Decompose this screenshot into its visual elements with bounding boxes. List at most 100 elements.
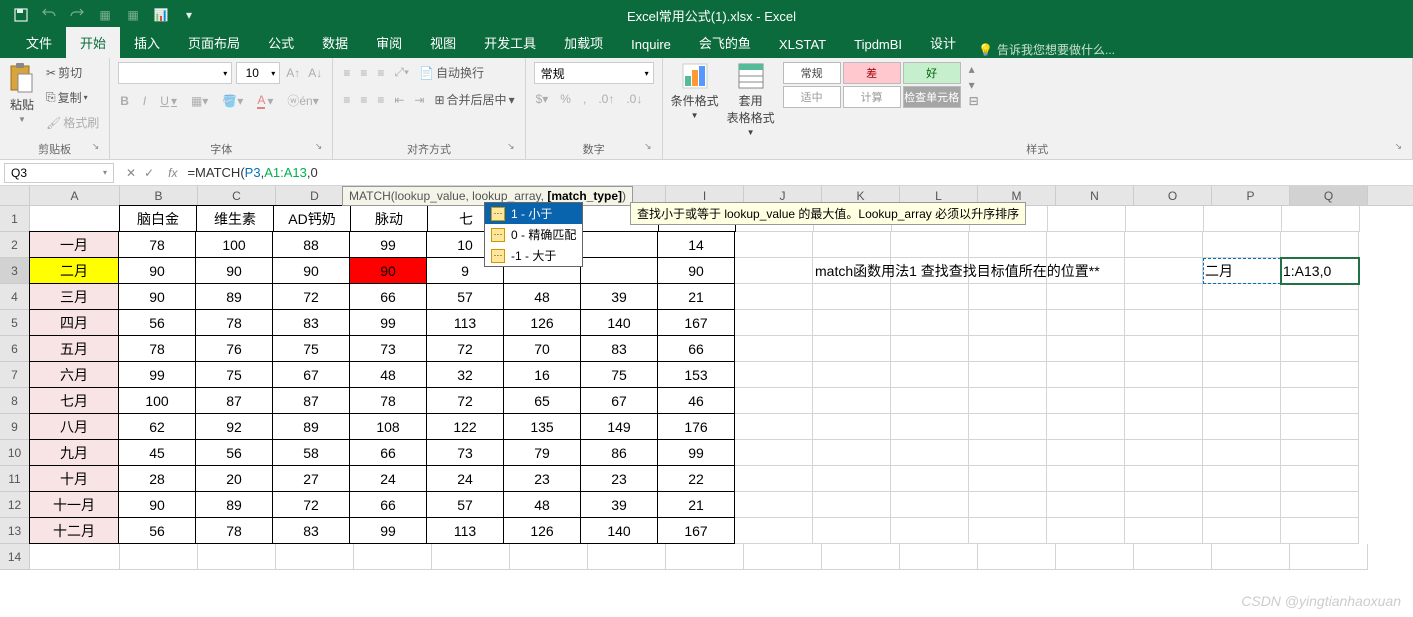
cut-button[interactable]: ✂剪切 xyxy=(44,62,101,83)
cell-Q12[interactable] xyxy=(1281,492,1359,518)
column-header-O[interactable]: O xyxy=(1134,186,1212,205)
cell-P2[interactable] xyxy=(1203,232,1281,258)
cell-C11[interactable]: 20 xyxy=(195,465,273,492)
style-good[interactable]: 好 xyxy=(903,62,961,84)
cell-H9[interactable]: 149 xyxy=(580,413,658,440)
column-header-B[interactable]: B xyxy=(120,186,198,205)
cell-J7[interactable] xyxy=(735,362,813,388)
cell-H11[interactable]: 23 xyxy=(580,465,658,492)
cell-J14[interactable] xyxy=(744,544,822,570)
cell-Q8[interactable] xyxy=(1281,388,1359,414)
cell-L11[interactable] xyxy=(891,466,969,492)
cell-K10[interactable] xyxy=(813,440,891,466)
cell-C9[interactable]: 92 xyxy=(195,413,273,440)
cell-I7[interactable]: 153 xyxy=(657,361,735,388)
cell-K7[interactable] xyxy=(813,362,891,388)
cell-M14[interactable] xyxy=(978,544,1056,570)
cell-E3[interactable]: 90 xyxy=(349,257,427,284)
cell-E14[interactable] xyxy=(354,544,432,570)
cell-Q10[interactable] xyxy=(1281,440,1359,466)
cell-J6[interactable] xyxy=(735,336,813,362)
style-bad[interactable]: 差 xyxy=(843,62,901,84)
cell-K3[interactable]: match函数用法1 查找查找目标值所在的位置** xyxy=(813,258,891,284)
cell-K8[interactable] xyxy=(813,388,891,414)
cell-M8[interactable] xyxy=(969,388,1047,414)
cell-A4[interactable]: 三月 xyxy=(29,283,119,310)
cell-F13[interactable]: 113 xyxy=(426,517,504,544)
cell-I10[interactable]: 99 xyxy=(657,439,735,466)
cell-H14[interactable] xyxy=(588,544,666,570)
cell-D5[interactable]: 83 xyxy=(272,309,350,336)
cell-G5[interactable]: 126 xyxy=(503,309,581,336)
cell-D2[interactable]: 88 xyxy=(272,231,350,258)
cell-A9[interactable]: 八月 xyxy=(29,413,119,440)
cell-O6[interactable] xyxy=(1125,336,1203,362)
tab-tipdm[interactable]: TipdmBI xyxy=(840,31,916,58)
cell-D10[interactable]: 58 xyxy=(272,439,350,466)
style-normal[interactable]: 常规 xyxy=(783,62,841,84)
cell-N4[interactable] xyxy=(1047,284,1125,310)
cell-C5[interactable]: 78 xyxy=(195,309,273,336)
qat-icon-2[interactable]: ▦ xyxy=(124,6,142,24)
cell-P7[interactable] xyxy=(1203,362,1281,388)
cell-L6[interactable] xyxy=(891,336,969,362)
cell-A12[interactable]: 十一月 xyxy=(29,491,119,518)
cell-H7[interactable]: 75 xyxy=(580,361,658,388)
align-top-button[interactable]: ≡ xyxy=(341,62,352,83)
cell-D7[interactable]: 67 xyxy=(272,361,350,388)
cell-Q2[interactable] xyxy=(1281,232,1359,258)
cell-F4[interactable]: 57 xyxy=(426,283,504,310)
cell-O4[interactable] xyxy=(1125,284,1203,310)
cell-I13[interactable]: 167 xyxy=(657,517,735,544)
cell-H4[interactable]: 39 xyxy=(580,283,658,310)
cell-F8[interactable]: 72 xyxy=(426,387,504,414)
cell-K9[interactable] xyxy=(813,414,891,440)
cell-Q14[interactable] xyxy=(1290,544,1368,570)
cell-E9[interactable]: 108 xyxy=(349,413,427,440)
cell-K5[interactable] xyxy=(813,310,891,336)
cell-N2[interactable] xyxy=(1047,232,1125,258)
cancel-formula-icon[interactable]: ✕ xyxy=(126,166,136,180)
cell-H2[interactable] xyxy=(580,231,658,258)
cell-J8[interactable] xyxy=(735,388,813,414)
cell-J4[interactable] xyxy=(735,284,813,310)
cell-F5[interactable]: 113 xyxy=(426,309,504,336)
cell-J11[interactable] xyxy=(735,466,813,492)
cell-D1[interactable]: AD钙奶 xyxy=(273,205,351,232)
copy-button[interactable]: ⎘复制▾ xyxy=(44,87,101,108)
cell-I9[interactable]: 176 xyxy=(657,413,735,440)
cell-C2[interactable]: 100 xyxy=(195,231,273,258)
tab-formulas[interactable]: 公式 xyxy=(254,27,308,58)
cell-C13[interactable]: 78 xyxy=(195,517,273,544)
cell-C12[interactable]: 89 xyxy=(195,491,273,518)
fill-color-button[interactable]: 🪣▾ xyxy=(220,92,245,110)
indent-dec-button[interactable]: ⇤ xyxy=(392,89,406,110)
cell-O9[interactable] xyxy=(1125,414,1203,440)
cell-L13[interactable] xyxy=(891,518,969,544)
italic-button[interactable]: I xyxy=(141,92,148,110)
tab-file[interactable]: 文件 xyxy=(12,27,66,58)
cell-I8[interactable]: 46 xyxy=(657,387,735,414)
tab-layout[interactable]: 页面布局 xyxy=(174,27,254,58)
cell-L12[interactable] xyxy=(891,492,969,518)
cell-G7[interactable]: 16 xyxy=(503,361,581,388)
cell-J3[interactable] xyxy=(735,258,813,284)
tab-design[interactable]: 设计 xyxy=(916,27,970,58)
underline-button[interactable]: U ▾ xyxy=(158,92,179,110)
qat-dropdown-icon[interactable]: ▾ xyxy=(180,6,198,24)
tab-dev[interactable]: 开发工具 xyxy=(470,27,550,58)
cell-G13[interactable]: 126 xyxy=(503,517,581,544)
grow-font-button[interactable]: A↑ xyxy=(284,62,302,84)
cell-Q1[interactable] xyxy=(1282,206,1360,232)
cell-B4[interactable]: 90 xyxy=(118,283,196,310)
cell-M11[interactable] xyxy=(969,466,1047,492)
tab-xlstat[interactable]: XLSTAT xyxy=(765,31,840,58)
style-neutral[interactable]: 适中 xyxy=(783,86,841,108)
cell-M4[interactable] xyxy=(969,284,1047,310)
cell-M12[interactable] xyxy=(969,492,1047,518)
row-header-1[interactable]: 1 xyxy=(0,206,30,232)
cell-H5[interactable]: 140 xyxy=(580,309,658,336)
redo-icon[interactable] xyxy=(68,6,86,24)
column-header-P[interactable]: P xyxy=(1212,186,1290,205)
cell-J12[interactable] xyxy=(735,492,813,518)
